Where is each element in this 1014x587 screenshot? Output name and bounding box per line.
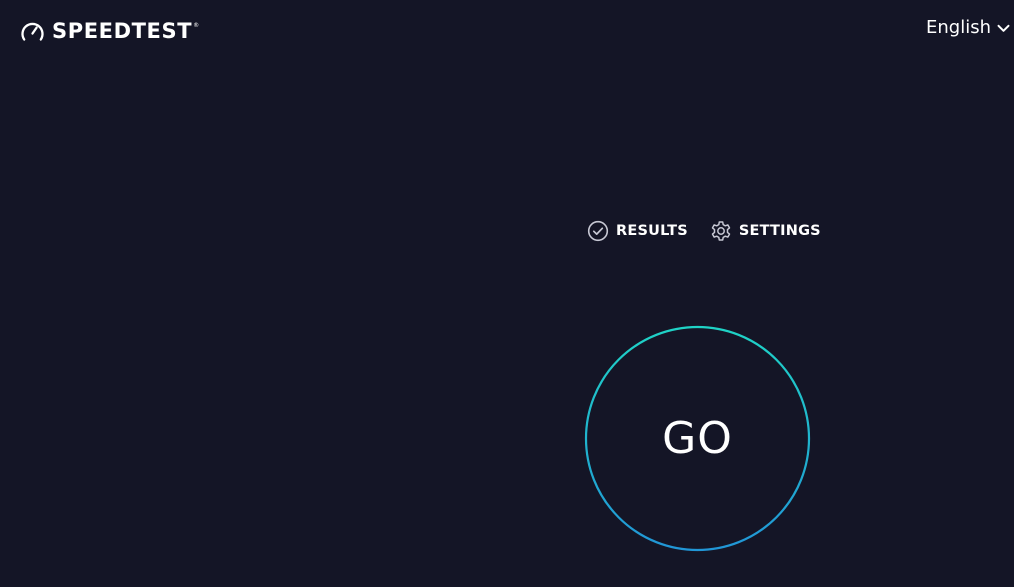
results-link[interactable]: RESULTS	[587, 220, 688, 242]
results-label: RESULTS	[616, 223, 688, 239]
check-circle-icon	[587, 220, 609, 242]
language-label: English	[926, 17, 991, 38]
go-label: GO	[662, 413, 733, 464]
speedtest-page: SPEEDTEST ® English RESULTS SETTINGS GO	[0, 0, 1014, 587]
logo-text: SPEEDTEST	[52, 19, 193, 43]
test-nav: RESULTS SETTINGS	[587, 220, 821, 242]
settings-label: SETTINGS	[738, 223, 821, 239]
settings-link[interactable]: SETTINGS	[710, 220, 821, 242]
chevron-down-icon	[997, 24, 1010, 33]
speedometer-icon	[20, 20, 45, 42]
language-selector[interactable]: English	[926, 17, 1010, 39]
gear-icon	[710, 220, 732, 242]
go-button-container: GO	[584, 325, 811, 552]
go-button[interactable]: GO	[587, 328, 808, 549]
logo-trademark: ®	[193, 22, 200, 29]
speedtest-logo[interactable]: SPEEDTEST ®	[20, 19, 199, 43]
